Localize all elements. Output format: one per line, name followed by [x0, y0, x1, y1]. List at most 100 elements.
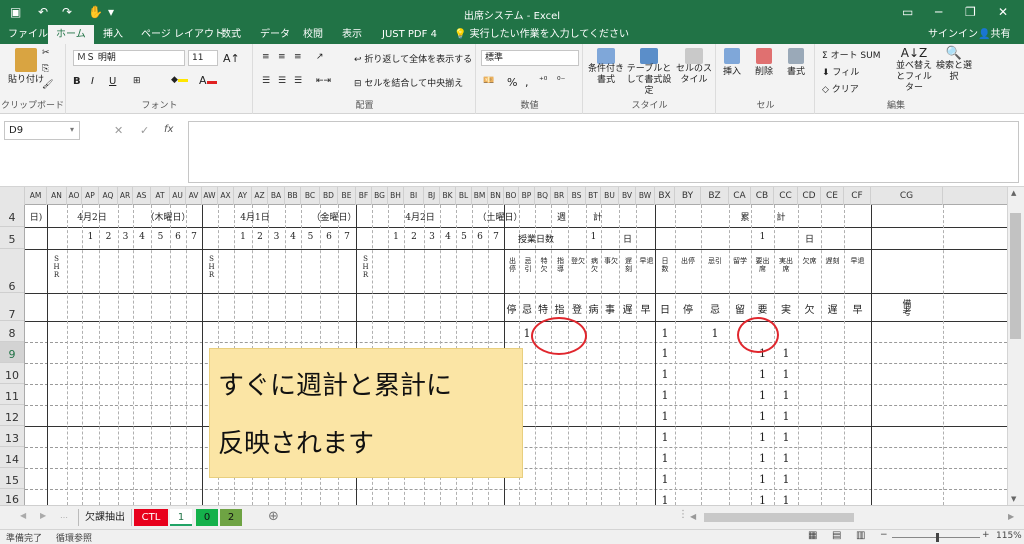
column-header-cc[interactable]: CC [774, 187, 798, 205]
column-header-ax[interactable]: AX [218, 187, 234, 205]
column-header-bi[interactable]: BI [404, 187, 424, 205]
column-header-cd[interactable]: CD [798, 187, 821, 205]
row-header-12[interactable]: 12 [0, 405, 24, 426]
delete-cells-button[interactable]: 削除 [755, 48, 773, 77]
currency-icon[interactable]: 💴 [483, 76, 494, 86]
hscroll-right-icon[interactable]: ▶ [1008, 512, 1014, 521]
align-middle-icon[interactable]: ≡ [278, 52, 286, 62]
font-color-icon[interactable]: A [199, 74, 217, 87]
column-header-av[interactable]: AV [186, 187, 202, 205]
column-header-at[interactable]: AT [151, 187, 170, 205]
row-header-10[interactable]: 10 [0, 363, 24, 384]
column-header-aq[interactable]: AQ [99, 187, 118, 205]
vertical-scrollbar[interactable]: ▲ ▼ [1007, 187, 1024, 505]
column-header-bp[interactable]: BP [519, 187, 535, 205]
underline-button[interactable]: U [109, 76, 116, 87]
row-header-9[interactable]: 9 [0, 342, 24, 363]
bold-button[interactable]: B [73, 76, 81, 87]
column-header-bc[interactable]: BC [301, 187, 320, 205]
normal-view-icon[interactable]: ▦ [808, 530, 817, 541]
italic-button[interactable]: I [91, 76, 94, 87]
worksheet-grid[interactable]: 日) 4月2日 （木曜日） 4月1日 （金曜日） 4月2日 （土曜日）週 計累 計12345… [25, 205, 1007, 505]
scroll-thumb[interactable] [1010, 213, 1021, 339]
column-header-bv[interactable]: BV [619, 187, 636, 205]
column-header-cg[interactable]: CG [871, 187, 943, 205]
tab-formulas[interactable]: 数式 [221, 25, 241, 44]
share-button[interactable]: 👤共有 [978, 25, 1010, 44]
column-header-az[interactable]: AZ [252, 187, 268, 205]
sheet-tab-2[interactable]: 2 [220, 509, 242, 526]
column-header-ca[interactable]: CA [729, 187, 751, 205]
orientation-icon[interactable]: ↗ [316, 52, 324, 62]
signin-link[interactable]: サインイン [928, 25, 978, 44]
insert-cells-button[interactable]: 挿入 [723, 48, 741, 77]
column-header-ao[interactable]: AO [67, 187, 82, 205]
restore-icon[interactable]: ❐ [965, 5, 976, 19]
hscroll-left-icon[interactable]: ◀ [690, 512, 696, 521]
column-header-bz[interactable]: BZ [701, 187, 729, 205]
next-sheet-icon[interactable]: ▶ [40, 511, 46, 520]
hscroll-thumb[interactable] [704, 513, 854, 522]
scroll-down-icon[interactable]: ▼ [1011, 495, 1016, 503]
column-header-bm[interactable]: BM [472, 187, 488, 205]
grow-font-icon[interactable]: A↑ [223, 52, 240, 65]
cut-icon[interactable]: ✂ [42, 48, 50, 58]
column-header-ar[interactable]: AR [118, 187, 133, 205]
sort-filter-button[interactable]: A↓Z 並べ替えとフィルター [894, 47, 934, 94]
paste-button[interactable]: 貼り付け [8, 48, 44, 85]
row-header-13[interactable]: 13 [0, 426, 24, 447]
decrease-decimal-icon[interactable]: ⁰⁻ [557, 76, 565, 86]
column-header-bo[interactable]: BO [504, 187, 519, 205]
column-header-ce[interactable]: CE [821, 187, 844, 205]
name-box[interactable]: D9 [4, 121, 80, 140]
format-as-table-button[interactable]: テーブルとして書式設定 [626, 48, 672, 97]
scroll-up-icon[interactable]: ▲ [1011, 189, 1016, 197]
column-header-bk[interactable]: BK [440, 187, 456, 205]
tab-split-handle[interactable]: ⋮ [678, 509, 688, 520]
column-header-bu[interactable]: BU [601, 187, 619, 205]
prev-sheet-icon[interactable]: ◀ [20, 511, 26, 520]
row-header-8[interactable]: 8 [0, 321, 24, 342]
row-header-15[interactable]: 15 [0, 468, 24, 489]
font-size-select[interactable]: 11 [188, 50, 218, 66]
row-header-14[interactable]: 14 [0, 447, 24, 468]
column-header-bn[interactable]: BN [488, 187, 504, 205]
close-icon[interactable]: ✕ [998, 5, 1008, 19]
fill-color-icon[interactable]: ◆ [171, 75, 188, 85]
tab-page-layout[interactable]: ページ レイアウト [141, 25, 224, 44]
insert-function-icon[interactable]: fx [164, 124, 173, 135]
column-header-ba[interactable]: BA [268, 187, 285, 205]
row-header-16[interactable]: 16 [0, 489, 24, 506]
column-header-bs[interactable]: BS [568, 187, 586, 205]
enter-icon[interactable]: ✓ [140, 124, 149, 137]
column-header-cb[interactable]: CB [751, 187, 774, 205]
indent-icon[interactable]: ⇤⇥ [316, 76, 331, 86]
add-sheet-icon[interactable]: ⊕ [268, 509, 279, 524]
column-header-bh[interactable]: BH [388, 187, 404, 205]
cell-styles-button[interactable]: セルのスタイル [676, 48, 712, 86]
column-header-bg[interactable]: BG [372, 187, 388, 205]
copy-icon[interactable]: ⎘ [42, 64, 49, 74]
sheet-tab-ctl[interactable]: CTL [134, 509, 168, 526]
format-cells-button[interactable]: 書式 [787, 48, 805, 77]
column-header-by[interactable]: BY [675, 187, 701, 205]
tab-file[interactable]: ファイル [8, 25, 48, 44]
tab-view[interactable]: 表示 [342, 25, 362, 44]
merge-center-button[interactable]: ⊟ セルを結合して中央揃え [354, 76, 463, 89]
column-header-be[interactable]: BE [338, 187, 356, 205]
number-format-select[interactable]: 標準 [481, 50, 579, 66]
row-header-5[interactable]: 5 [0, 227, 24, 249]
column-header-bb[interactable]: BB [285, 187, 301, 205]
column-header-bq[interactable]: BQ [535, 187, 551, 205]
row-header-7[interactable]: 7 [0, 293, 24, 321]
cancel-icon[interactable]: ✕ [114, 124, 123, 137]
row-header-4[interactable]: 4 [0, 205, 24, 227]
increase-decimal-icon[interactable]: ⁺⁰ [539, 76, 547, 86]
border-icon[interactable]: ⊞ [133, 76, 141, 86]
column-header-ap[interactable]: AP [82, 187, 99, 205]
tab-just-pdf[interactable]: JUST PDF 4 [382, 25, 437, 44]
font-name-select[interactable]: ＭＳ 明朝 [73, 50, 185, 66]
column-header-bf[interactable]: BF [356, 187, 372, 205]
page-break-view-icon[interactable]: ▥ [856, 530, 865, 541]
wrap-text-button[interactable]: ↩ 折り返して全体を表示する [354, 52, 472, 65]
